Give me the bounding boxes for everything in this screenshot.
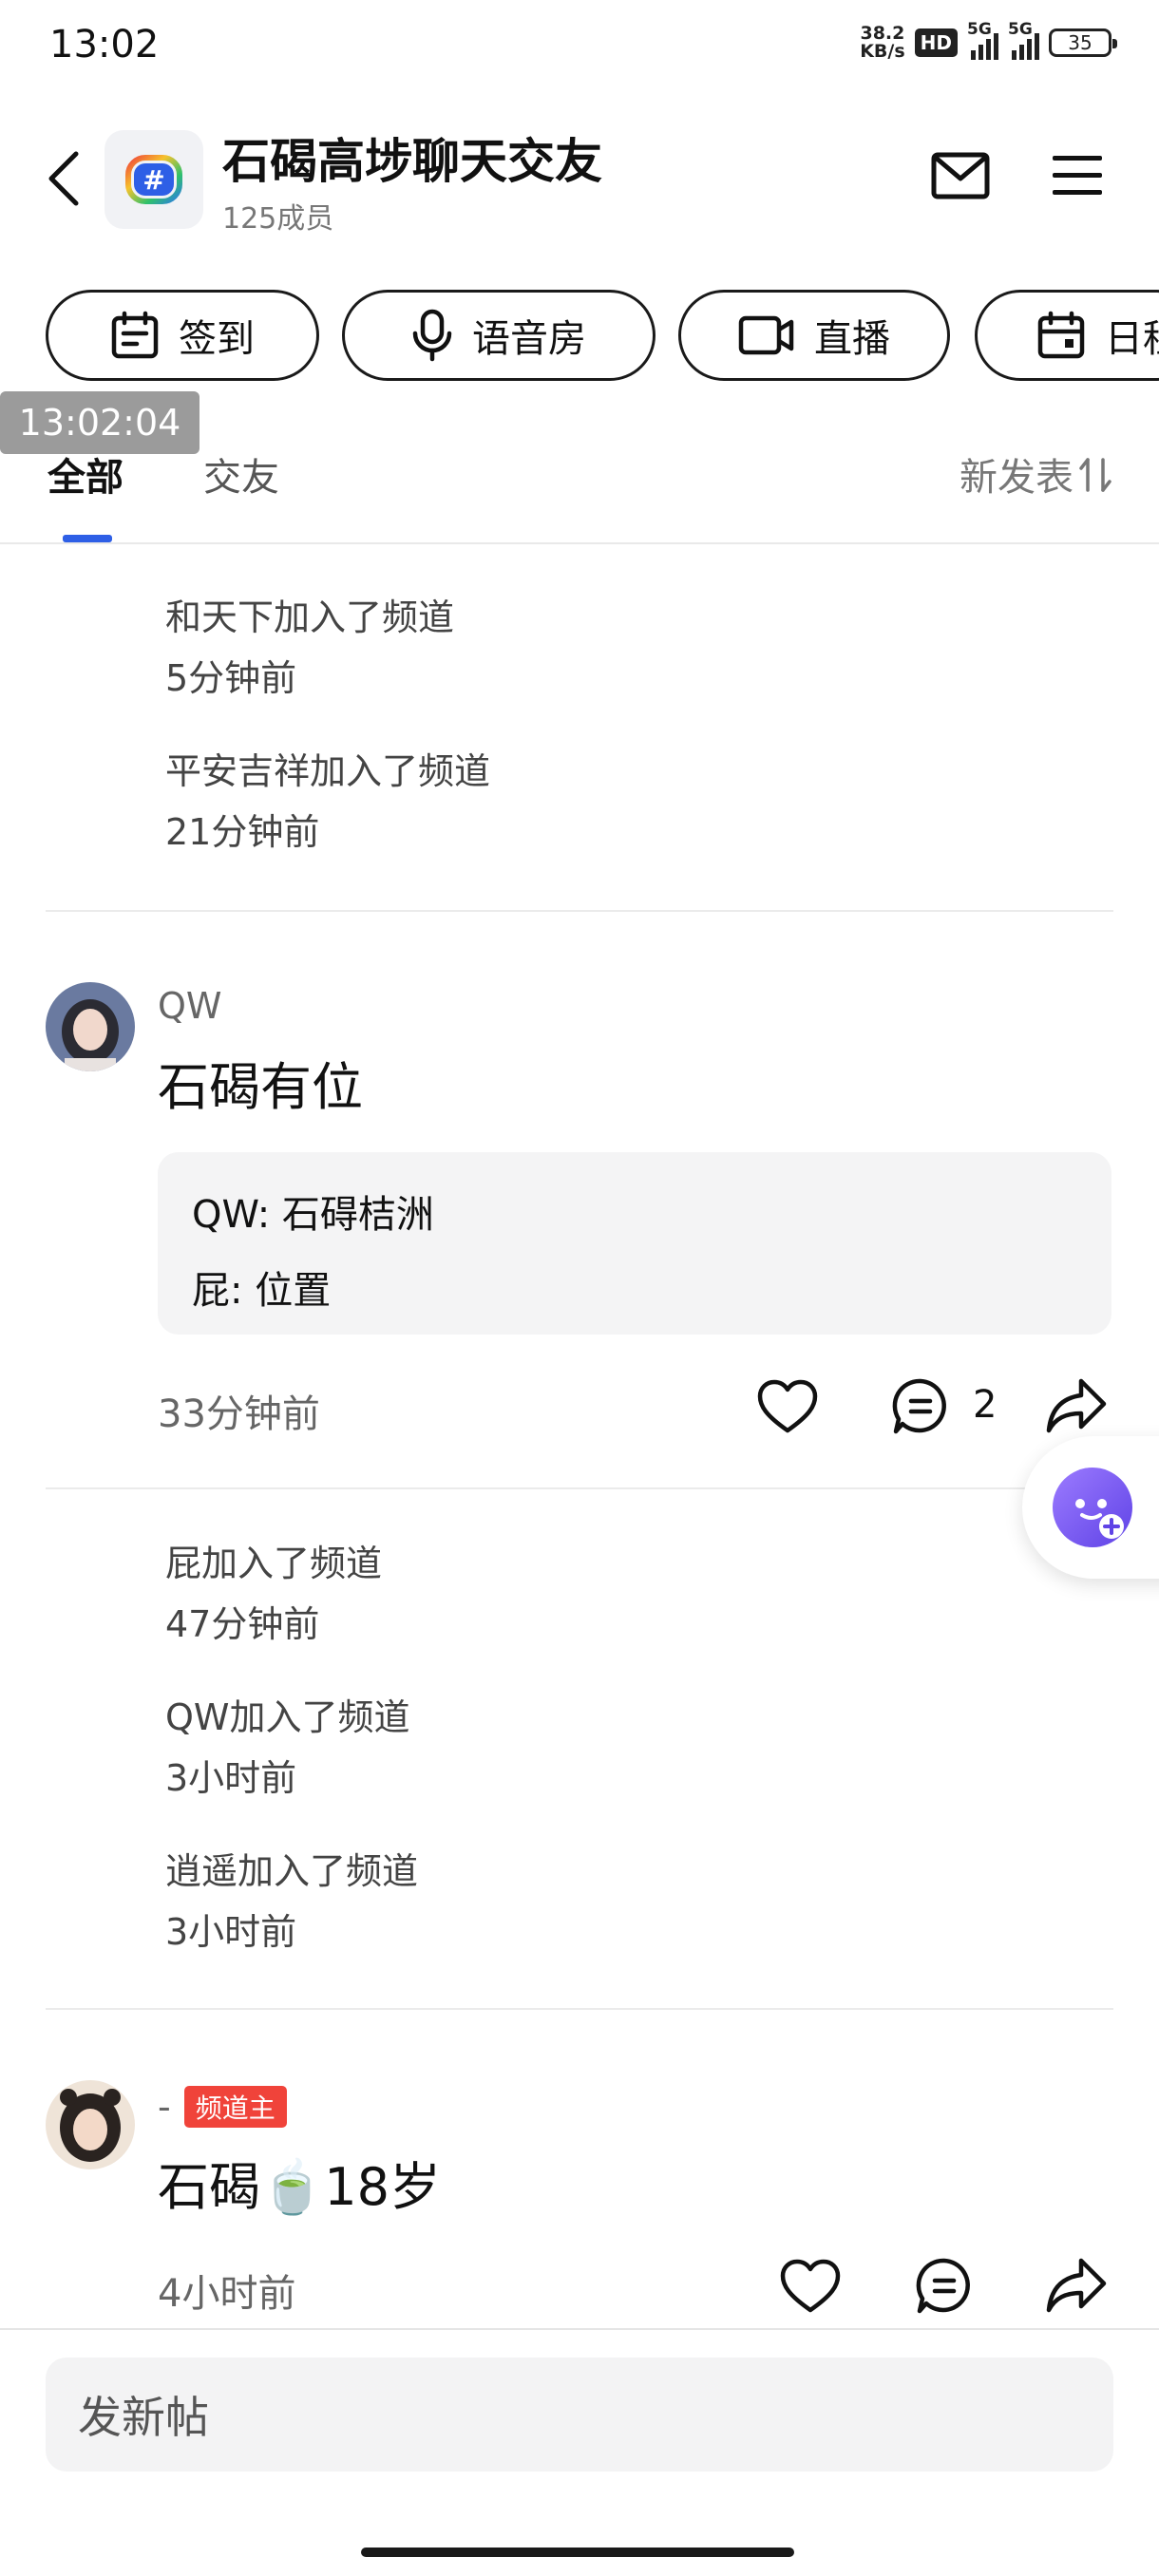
system-message: 逍遥加入了频道 (165, 1850, 419, 1892)
video-camera-icon (738, 315, 794, 355)
post-username[interactable]: QW (158, 985, 221, 1027)
post-content-text: 石碣 (158, 2157, 260, 2217)
like-icon[interactable] (756, 1379, 819, 1434)
signal-icon: 5G (967, 20, 998, 60)
new-post-input[interactable]: 发新帖 (46, 2358, 1113, 2472)
owner-badge: 频道主 (183, 2086, 287, 2128)
system-message-time: 3小时前 (165, 1757, 297, 1799)
section-divider (46, 910, 1113, 912)
hashtag-icon: # (125, 155, 182, 204)
mail-icon[interactable] (931, 152, 990, 199)
like-icon[interactable] (779, 2259, 842, 2314)
svg-text:#: # (142, 164, 164, 196)
system-message: 屁加入了频道 (165, 1543, 383, 1584)
new-post-placeholder: 发新帖 (78, 2392, 209, 2443)
signal-label: 5G (967, 20, 992, 39)
post-content[interactable]: 石碣有位 (158, 1045, 363, 1120)
comment-author: QW (192, 1193, 257, 1237)
status-time: 13:02 (49, 23, 160, 66)
add-chat-icon (1053, 1468, 1132, 1547)
section-divider (46, 1487, 1113, 1489)
post-author-row: - 频道主 (158, 2086, 287, 2128)
channel-title: 石碣高埗聊天交友 (222, 134, 602, 189)
checkin-button[interactable]: 签到 (46, 290, 319, 381)
back-arrow-icon[interactable] (46, 150, 84, 207)
voice-room-button[interactable]: 语音房 (342, 290, 656, 381)
live-button[interactable]: 直播 (678, 290, 950, 381)
system-message: 平安吉祥加入了频道 (165, 750, 491, 792)
system-message-time: 21分钟前 (165, 811, 320, 853)
tea-emoji: 🍵 (260, 2157, 325, 2217)
sort-icon[interactable] (1079, 456, 1112, 494)
floating-chat-button[interactable] (1022, 1436, 1159, 1579)
post-username[interactable]: - (158, 2086, 171, 2128)
post-content[interactable]: 石碣🍵18岁 (158, 2145, 441, 2220)
tab-all[interactable]: 全部 (48, 446, 124, 502)
channel-logo[interactable]: # (104, 130, 203, 229)
comment-item: QW: 石碍桔洲 (192, 1193, 434, 1237)
signal-icon: 5G (1008, 20, 1039, 60)
network-speed: 38.2 KB/s (860, 25, 904, 61)
user-avatar-image (46, 2080, 135, 2169)
comment-author: 屁 (192, 1269, 230, 1313)
member-count[interactable]: 125成员 (222, 195, 333, 237)
comment-item: 屁: 位置 (192, 1269, 332, 1313)
time-overlay: 13:02:04 (0, 391, 200, 454)
hd-icon: HD (914, 28, 958, 57)
calendar-icon (111, 311, 159, 359)
active-tab-indicator (63, 535, 112, 542)
comment-preview[interactable]: QW: 石碍桔洲 屁: 位置 (158, 1152, 1112, 1335)
comment-count[interactable]: 2 (973, 1383, 997, 1427)
comment-text: 石碍桔洲 (281, 1193, 434, 1237)
comment-icon[interactable] (891, 1377, 950, 1436)
system-message-time: 5分钟前 (165, 657, 297, 699)
post-time: 33分钟前 (158, 1392, 320, 1436)
live-label: 直播 (814, 317, 890, 361)
comment-text: 位置 (255, 1269, 332, 1313)
tabs-divider (0, 542, 1159, 544)
avatar[interactable] (46, 2080, 135, 2169)
voice-room-label: 语音房 (472, 317, 586, 361)
comment-icon[interactable] (915, 2257, 974, 2316)
system-message-time: 47分钟前 (165, 1603, 320, 1645)
avatar[interactable] (46, 982, 135, 1071)
composer-divider (0, 2328, 1159, 2330)
status-icons: 38.2 KB/s HD 5G 5G 35 (860, 20, 1117, 61)
share-icon[interactable] (1045, 1377, 1108, 1434)
tab-friends[interactable]: 交友 (203, 446, 279, 502)
section-divider (46, 2008, 1113, 2010)
share-icon[interactable] (1045, 2257, 1108, 2314)
post-content-text: 18岁 (324, 2157, 441, 2217)
home-indicator[interactable] (361, 2548, 794, 2557)
microphone-icon (412, 309, 452, 362)
schedule-label: 日程 (1105, 317, 1159, 361)
system-message: QW加入了频道 (165, 1696, 410, 1738)
battery-level: 35 (1068, 31, 1092, 54)
signal-label: 5G (1008, 20, 1033, 39)
user-avatar-image (46, 982, 135, 1071)
checkin-label: 签到 (179, 317, 255, 361)
system-message-time: 3小时前 (165, 1911, 297, 1953)
system-message: 和天下加入了频道 (165, 597, 455, 638)
sort-label[interactable]: 新发表 (960, 446, 1074, 502)
network-speed-unit: KB/s (860, 41, 905, 62)
calendar-icon (1037, 311, 1085, 359)
post-time: 4小时前 (158, 2272, 296, 2316)
schedule-button[interactable]: 日程 (975, 290, 1159, 381)
menu-icon[interactable] (1051, 154, 1104, 198)
battery-icon: 35 (1049, 28, 1117, 57)
